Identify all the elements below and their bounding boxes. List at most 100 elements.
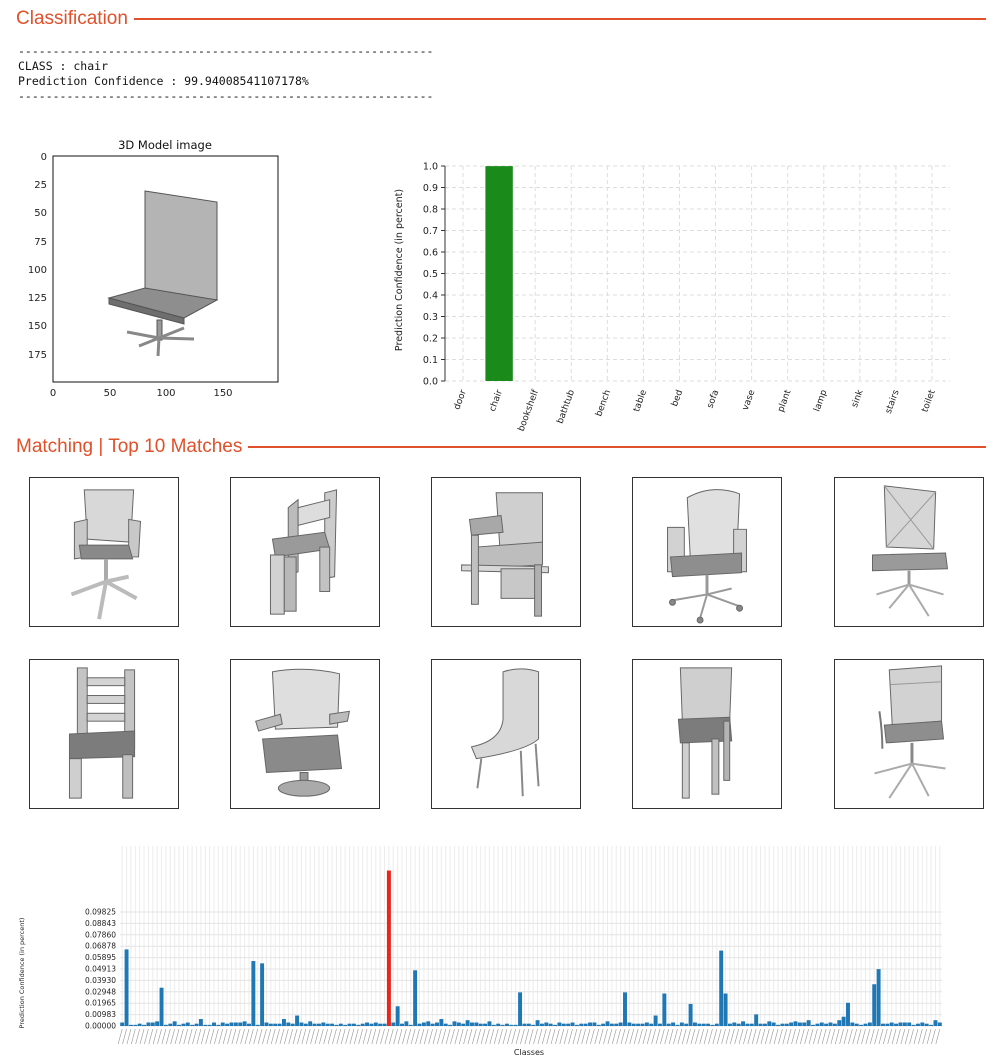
x-tick-label bbox=[340, 1028, 346, 1045]
model-image-title: 3D Model image bbox=[118, 138, 212, 152]
x-tick-label bbox=[371, 1028, 377, 1045]
x-tick-label bbox=[598, 1028, 604, 1045]
x-tick-label bbox=[135, 1028, 140, 1045]
x-tick-label bbox=[616, 1028, 621, 1045]
bar bbox=[929, 1024, 934, 1026]
x-tick-label bbox=[314, 1028, 320, 1045]
x-tick-label bbox=[813, 1028, 818, 1045]
bar bbox=[819, 1022, 824, 1026]
bar bbox=[452, 1021, 457, 1026]
match-thumbnail[interactable] bbox=[431, 659, 581, 809]
x-tick-label bbox=[515, 1028, 521, 1045]
x-tick-label bbox=[476, 1028, 482, 1045]
bar bbox=[824, 1023, 829, 1026]
x-tick-label bbox=[760, 1028, 766, 1045]
bar bbox=[461, 1023, 466, 1026]
x-tick-label bbox=[913, 1028, 919, 1045]
y-tick: 75 bbox=[34, 237, 47, 248]
bar bbox=[701, 1023, 706, 1026]
bar bbox=[762, 1023, 767, 1026]
match-thumbnail[interactable] bbox=[632, 659, 782, 809]
x-tick-label bbox=[581, 1028, 586, 1045]
bar bbox=[727, 1023, 732, 1026]
x-tick-label bbox=[550, 1028, 556, 1045]
match-thumbnail[interactable] bbox=[834, 477, 984, 627]
x-tick-label bbox=[795, 1028, 801, 1045]
x-tick-label bbox=[415, 1028, 420, 1045]
match-thumbnail[interactable] bbox=[431, 477, 581, 627]
x-tick-label bbox=[380, 1028, 385, 1045]
bar bbox=[421, 1022, 426, 1026]
lounge-chair-icon bbox=[470, 668, 540, 797]
bar bbox=[426, 1021, 431, 1026]
class-confidence-chart: Prediction Confidence (in percent) 0.00.… bbox=[394, 162, 950, 433]
x-tick: 50 bbox=[104, 388, 117, 399]
match-thumbnail[interactable] bbox=[632, 477, 782, 627]
bar bbox=[784, 1023, 789, 1026]
match-thumbnail[interactable] bbox=[29, 477, 179, 627]
bar bbox=[653, 1015, 658, 1026]
x-tick-label bbox=[918, 1028, 923, 1045]
match-thumbnail[interactable] bbox=[230, 659, 380, 809]
swivel-office-chair-icon bbox=[667, 489, 747, 624]
bar bbox=[640, 1023, 645, 1026]
x-tick-label bbox=[865, 1028, 871, 1045]
bar bbox=[207, 1024, 212, 1026]
x-tick-label bbox=[821, 1028, 827, 1045]
x-tick-label bbox=[305, 1028, 311, 1045]
x-tick-label bbox=[611, 1028, 617, 1045]
bar bbox=[688, 1003, 693, 1026]
bar bbox=[522, 1023, 527, 1026]
bottom-chart-ylabel: Prediction Confidence (in percent) bbox=[18, 918, 26, 1029]
y-tick: 50 bbox=[34, 208, 47, 219]
bar bbox=[216, 1024, 221, 1026]
bar bbox=[233, 1022, 238, 1026]
match-thumbnail[interactable] bbox=[230, 477, 380, 627]
confidence-line: Prediction Confidence : 99.9400854110717… bbox=[18, 74, 309, 88]
x-tick-label: chair bbox=[488, 388, 505, 413]
bar bbox=[797, 1022, 802, 1026]
bar bbox=[907, 1022, 912, 1026]
match-thumbnail[interactable] bbox=[834, 659, 984, 809]
x-tick-label bbox=[782, 1028, 788, 1045]
x-tick-label: bench bbox=[594, 389, 613, 418]
x-tick-label bbox=[677, 1028, 683, 1045]
x-tick-label bbox=[695, 1028, 700, 1045]
bar bbox=[417, 1023, 422, 1026]
y-tick: 0 bbox=[41, 152, 47, 163]
x-tick-label bbox=[725, 1028, 731, 1045]
bar bbox=[369, 1023, 374, 1026]
x-tick-label bbox=[507, 1028, 512, 1045]
bar bbox=[898, 1022, 903, 1026]
x-tick-label bbox=[502, 1028, 508, 1045]
x-tick-label bbox=[900, 1028, 906, 1045]
x-tick-label bbox=[721, 1028, 726, 1045]
x-tick-label: toilet bbox=[920, 388, 937, 414]
bar bbox=[745, 1023, 750, 1026]
x-tick-label bbox=[520, 1028, 525, 1045]
x-tick-label bbox=[192, 1028, 197, 1045]
match-thumbnail[interactable] bbox=[29, 659, 179, 809]
x-tick-label bbox=[174, 1028, 180, 1045]
bar bbox=[456, 1022, 461, 1026]
bar bbox=[185, 1022, 190, 1026]
bar bbox=[828, 1022, 833, 1026]
x-tick-label bbox=[498, 1028, 503, 1045]
bar bbox=[128, 1024, 133, 1026]
x-tick-label bbox=[406, 1028, 412, 1045]
bar bbox=[714, 1023, 719, 1026]
console-output: ----------------------------------------… bbox=[18, 44, 433, 104]
x-tick-label bbox=[231, 1028, 237, 1045]
x-tick-label bbox=[332, 1028, 337, 1045]
x-tick-label bbox=[699, 1028, 704, 1045]
x-tick-label bbox=[292, 1028, 298, 1045]
x-tick-label bbox=[791, 1028, 796, 1045]
top-chart-bars bbox=[485, 166, 513, 381]
bar bbox=[666, 1023, 671, 1026]
x-tick-label bbox=[568, 1028, 573, 1045]
curved-back-armchair-icon bbox=[255, 668, 351, 797]
bar bbox=[539, 1023, 544, 1026]
x-tick-label bbox=[297, 1028, 302, 1045]
console-rule-bottom: ----------------------------------------… bbox=[18, 89, 434, 103]
bar bbox=[881, 1023, 885, 1026]
